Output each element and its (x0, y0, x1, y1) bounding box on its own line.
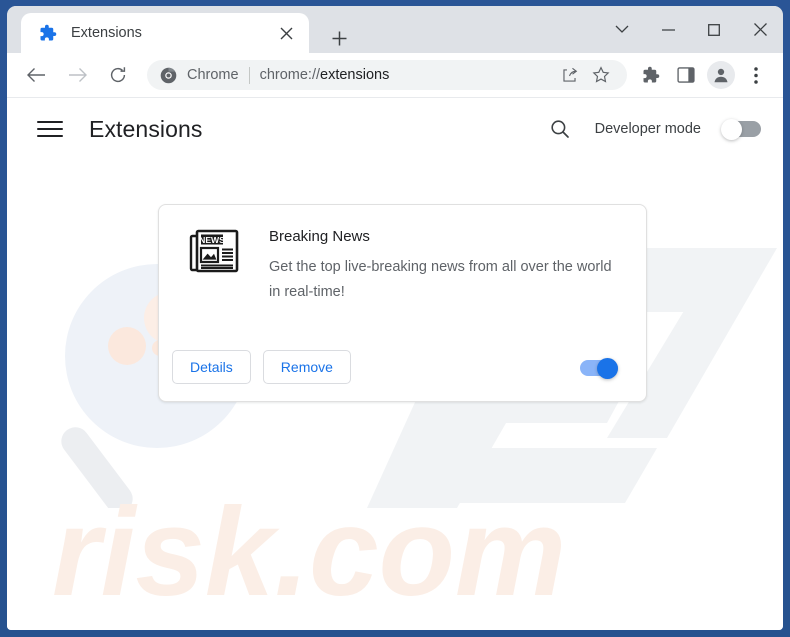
close-window-button[interactable] (737, 10, 783, 50)
extension-card-actions: Details Remove (172, 350, 351, 384)
browser-window: Extensions Chrome chrome://extensions ri… (7, 6, 783, 630)
more-menu-icon[interactable] (741, 60, 771, 90)
browser-toolbar: Chrome chrome://extensions (7, 53, 783, 98)
page-title: Extensions (89, 115, 203, 142)
minimize-button[interactable] (645, 10, 691, 50)
new-tab-icon[interactable] (325, 24, 353, 52)
hamburger-line (37, 135, 63, 137)
extensions-puzzle-icon[interactable] (636, 60, 666, 90)
omnibox-actions (551, 61, 615, 89)
remove-button[interactable]: Remove (262, 350, 351, 384)
side-panel-icon[interactable] (671, 60, 701, 90)
forward-button (62, 60, 92, 90)
developer-mode-toggle[interactable] (721, 118, 761, 140)
maximize-button[interactable] (691, 10, 737, 50)
tab-strip: Extensions (7, 6, 783, 53)
bookmark-star-icon[interactable] (587, 61, 615, 89)
extension-name: Breaking News (269, 228, 370, 245)
avatar (707, 61, 735, 89)
profile-avatar-icon[interactable] (706, 60, 736, 90)
watermark-domain-text: risk.com (52, 483, 566, 622)
window-controls (599, 6, 783, 53)
hamburger-line (37, 121, 63, 123)
close-tab-icon[interactable] (275, 22, 297, 44)
svg-text:NEWS: NEWS (199, 235, 225, 245)
tab-title: Extensions (71, 25, 142, 41)
hamburger-line (37, 128, 63, 130)
browser-window-frame: Extensions Chrome chrome://extensions ri… (0, 0, 790, 637)
extension-card-breaking-news: NEWS Breaking News Get the top live-brea… (158, 204, 647, 402)
watermark-risk-text: risk.com (52, 483, 566, 622)
toggle-knob (721, 118, 742, 140)
details-button[interactable]: Details (172, 350, 251, 384)
chrome-logo-icon (160, 67, 177, 84)
url-prefix: chrome:// (259, 67, 321, 83)
puzzle-piece-icon (39, 24, 57, 42)
tab-extensions[interactable]: Extensions (21, 13, 309, 53)
hamburger-menu-icon[interactable] (37, 116, 63, 142)
omnibox-url-text: chrome://extensions (260, 67, 390, 83)
search-icon[interactable] (547, 116, 573, 142)
newspaper-news-icon: NEWS (189, 229, 239, 273)
extension-description: Get the top live-breaking news from all … (269, 259, 612, 300)
toggle-knob (597, 357, 618, 379)
extension-enable-toggle[interactable] (580, 357, 618, 379)
reload-button[interactable] (103, 60, 133, 90)
back-button[interactable] (21, 60, 51, 90)
omnibox-divider (248, 66, 250, 84)
extensions-page: risk.com Extensions Developer mode NEWS … (7, 98, 783, 630)
omnibox-source-label: Chrome (187, 67, 239, 83)
developer-mode-label: Developer mode (594, 121, 701, 137)
tab-search-button[interactable] (599, 10, 645, 50)
extensions-header: Extensions Developer mode (7, 98, 783, 160)
url-host: extensions (320, 67, 390, 83)
share-icon[interactable] (555, 61, 583, 89)
header-actions: Developer mode (547, 116, 761, 142)
address-bar[interactable]: Chrome chrome://extensions (147, 60, 627, 90)
